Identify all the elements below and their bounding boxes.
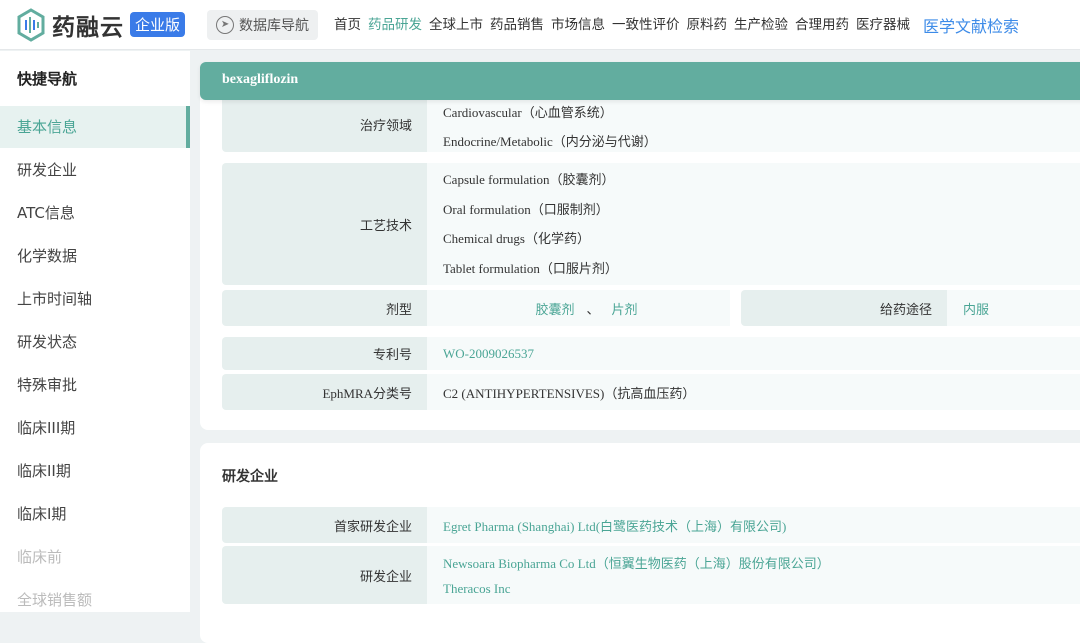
nav-item[interactable]: 药品销售: [490, 13, 544, 37]
dev-company-link[interactable]: Theracos Inc: [443, 576, 1080, 601]
route-row: 给药途径 内服: [741, 290, 1080, 326]
logo-icon: [17, 7, 45, 42]
nav-item[interactable]: 原料药: [687, 13, 728, 37]
therapy-label: 治疗领域: [222, 96, 427, 152]
route-label: 给药途径: [741, 290, 947, 326]
route-link[interactable]: 内服: [963, 299, 1080, 318]
sidebar-item-companies[interactable]: 研发企业: [0, 149, 190, 191]
top-header: 药融云 企业版 ➤ 数据库导航 首页 药品研发 全球上市 药品销售 市场信息 一…: [0, 0, 1080, 50]
database-nav-label: 数据库导航: [239, 17, 310, 34]
sidebar-item-sales[interactable]: 全球销售额: [0, 579, 190, 621]
first-company-row: 首家研发企业 Egret Pharma (Shanghai) Ltd(白鹭医药技…: [222, 507, 1080, 543]
form-link[interactable]: 胶囊剂: [535, 299, 574, 318]
sidebar-item-atc[interactable]: ATC信息: [0, 192, 190, 234]
therapy-row: 治疗领域 Cardiovascular（心血管系统） Endocrine/Met…: [222, 96, 1080, 152]
sidebar-item-status[interactable]: 研发状态: [0, 321, 190, 363]
enterprise-badge: 企业版: [130, 12, 186, 37]
tech-value: Capsule formulation（胶囊剂）: [443, 172, 615, 187]
sidebar-item-phase3[interactable]: 临床III期: [0, 407, 190, 449]
therapy-value: Cardiovascular（心血管系统）: [443, 104, 613, 120]
dev-company-row: 研发企业 Newsoara Biopharma Co Ltd（恒翼生物医药（上海…: [222, 546, 1080, 604]
companies-title: 研发企业: [222, 470, 278, 485]
tech-row: 工艺技术 Capsule formulation（胶囊剂） Oral formu…: [222, 163, 1080, 285]
nav-item[interactable]: 合理用药: [795, 13, 849, 37]
sidebar-item-basic-info[interactable]: 基本信息: [0, 106, 190, 148]
dev-company-link[interactable]: Newsoara Biopharma Co Ltd（恒翼生物医药（上海）股份有限…: [443, 551, 1080, 576]
nav-item[interactable]: 一致性评价: [612, 13, 680, 37]
nav-item[interactable]: 市场信息: [551, 13, 605, 37]
nav-item[interactable]: 医疗器械: [856, 13, 910, 37]
patent-label: 专利号: [222, 337, 427, 370]
logo-text: 药融云: [52, 14, 124, 41]
tech-label: 工艺技术: [222, 163, 427, 285]
literature-search-link[interactable]: 医学文献检索: [923, 13, 1019, 37]
form-link[interactable]: 片剂: [612, 299, 638, 318]
patent-row: 专利号 WO-2009026537: [222, 337, 1080, 370]
ephmra-row: EphMRA分类号 C2 (ANTIHYPERTENSIVES)（抗高血压药）: [222, 374, 1080, 410]
form-separator: 、: [586, 301, 600, 317]
navigation-arrow-icon: ➤: [216, 15, 235, 34]
tech-value: Tablet formulation（口服片剂）: [443, 260, 618, 276]
logo[interactable]: 药融云 企业版: [16, 7, 186, 42]
nav-item[interactable]: 首页: [334, 13, 361, 37]
sidebar-item-special[interactable]: 特殊审批: [0, 364, 190, 406]
form-label: 剂型: [222, 290, 427, 326]
nav-item[interactable]: 生产检验: [734, 13, 788, 37]
tech-value: Oral formulation（口服制剂）: [443, 201, 609, 217]
tech-value: Chemical drugs（化学药）: [443, 231, 590, 246]
sidebar-item-preclinical[interactable]: 临床前: [0, 536, 190, 578]
companies-card: [200, 443, 1080, 643]
drug-name-header: bexagliflozin: [200, 62, 1080, 100]
patent-link[interactable]: WO-2009026537: [443, 346, 1080, 362]
sidebar-item-phase1[interactable]: 临床I期: [0, 493, 190, 535]
ephmra-value: C2 (ANTIHYPERTENSIVES)（抗高血压药）: [443, 385, 696, 401]
sidebar-item-timeline[interactable]: 上市时间轴: [0, 278, 190, 320]
database-nav-button[interactable]: ➤ 数据库导航: [207, 9, 319, 40]
therapy-value: Endocrine/Metabolic（内分泌与代谢）: [443, 134, 657, 149]
quick-nav-sidebar: 快捷导航 基本信息 研发企业 ATC信息 化学数据 上市时间轴 研发状态 特殊审…: [0, 51, 190, 612]
dev-company-label: 研发企业: [222, 546, 427, 604]
sidebar-item-chemical[interactable]: 化学数据: [0, 235, 190, 277]
first-company-link[interactable]: Egret Pharma (Shanghai) Ltd(白鹭医药技术（上海）有限…: [443, 516, 1080, 535]
sidebar-item-phase2[interactable]: 临床II期: [0, 450, 190, 492]
form-row: 剂型 胶囊剂 、 片剂: [222, 290, 730, 326]
main-nav: 首页 药品研发 全球上市 药品销售 市场信息 一致性评价 原料药 生产检验 合理…: [334, 13, 1026, 37]
first-company-label: 首家研发企业: [222, 507, 427, 543]
nav-item-active[interactable]: 药品研发: [368, 13, 422, 37]
ephmra-label: EphMRA分类号: [222, 374, 427, 410]
sidebar-title: 快捷导航: [17, 70, 78, 88]
nav-item[interactable]: 全球上市: [429, 13, 483, 37]
